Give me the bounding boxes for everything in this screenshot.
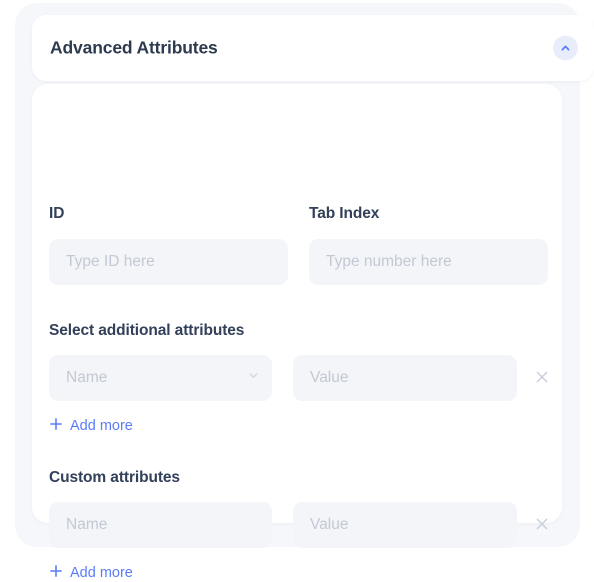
add-more-custom-attribute-label: Add more xyxy=(70,565,133,581)
remove-select-attribute-button[interactable] xyxy=(531,367,553,389)
page-title: Advanced Attributes xyxy=(50,37,218,58)
close-icon xyxy=(534,516,550,535)
custom-attributes-label: Custom attributes xyxy=(49,469,180,486)
close-icon xyxy=(534,369,550,388)
tab-index-label: Tab Index xyxy=(309,205,380,222)
chevron-up-icon xyxy=(559,42,572,55)
chevron-down-icon xyxy=(247,369,260,387)
attribute-value-input[interactable] xyxy=(293,355,517,401)
collapse-toggle-button[interactable] xyxy=(553,35,578,61)
panel-shell: Advanced Attributes ID Tab Index Select … xyxy=(15,3,594,581)
add-more-custom-attribute-button[interactable]: Add more xyxy=(49,564,133,582)
attribute-name-select[interactable]: Name xyxy=(49,355,272,401)
add-more-select-attribute-button[interactable]: Add more xyxy=(49,417,133,435)
add-more-select-attribute-label: Add more xyxy=(70,418,133,434)
select-additional-attributes-label: Select additional attributes xyxy=(49,322,245,339)
custom-attribute-name-input[interactable] xyxy=(49,502,272,548)
attribute-name-select-value: Name xyxy=(66,369,108,386)
custom-attribute-value-input[interactable] xyxy=(293,502,517,548)
id-input[interactable] xyxy=(49,239,288,285)
id-label: ID xyxy=(49,205,65,222)
plus-icon xyxy=(49,417,63,435)
remove-custom-attribute-button[interactable] xyxy=(531,514,553,536)
advanced-attributes-body: ID Tab Index Select additional attribute… xyxy=(32,84,562,581)
tab-index-input[interactable] xyxy=(309,239,548,285)
plus-icon xyxy=(49,564,63,582)
advanced-attributes-header[interactable]: Advanced Attributes xyxy=(32,15,594,81)
